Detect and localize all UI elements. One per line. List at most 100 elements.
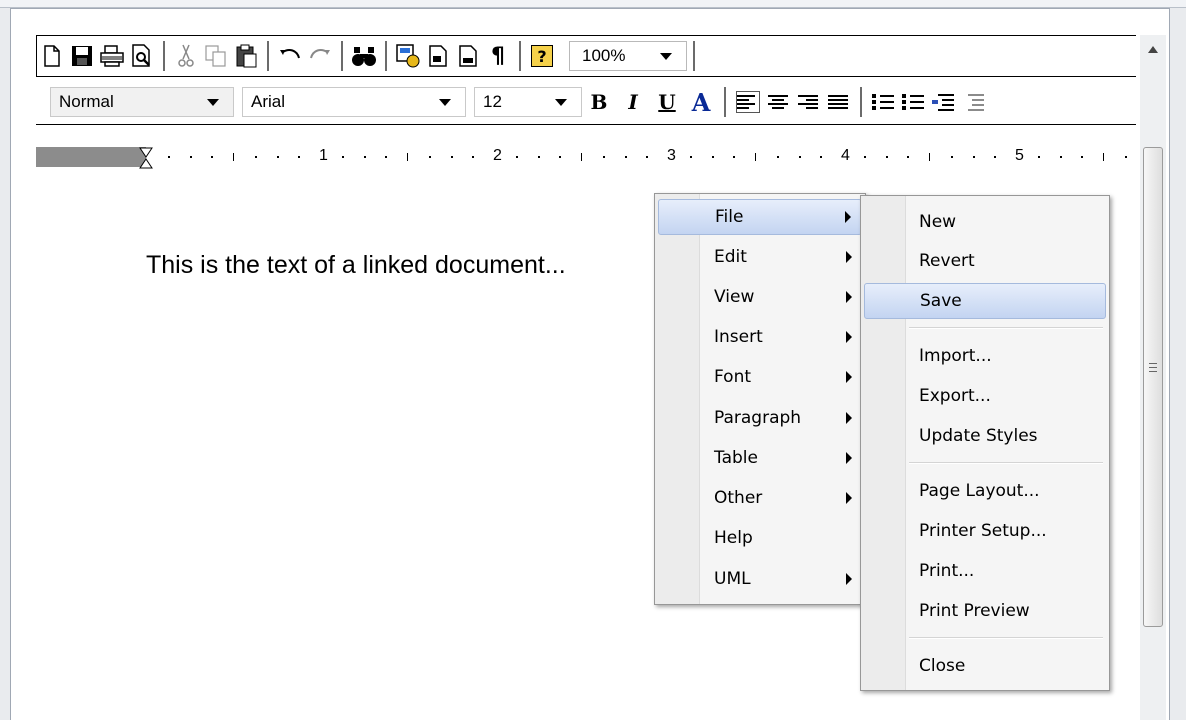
menu-item-other[interactable]: Other (658, 480, 862, 516)
file-menu-item-save[interactable]: Save (864, 283, 1106, 319)
ruler-tick (864, 156, 866, 158)
underline-button[interactable]: U (655, 90, 679, 114)
print-icon[interactable] (97, 41, 127, 71)
ruler-tick (1081, 156, 1083, 158)
decrease-indent-icon[interactable] (932, 92, 954, 112)
scroll-up-icon[interactable] (1140, 35, 1166, 63)
font-color-button[interactable]: A (689, 88, 713, 117)
ruler-number: 2 (493, 147, 502, 164)
menu-item-label: UML (714, 569, 751, 589)
chevron-right-icon (846, 331, 852, 343)
ruler-tick (516, 156, 518, 158)
ruler-tick (538, 156, 540, 158)
ruler-number: 3 (667, 147, 676, 164)
new-document-icon[interactable] (37, 41, 67, 71)
cut-icon[interactable] (171, 41, 201, 71)
file-menu-item-print[interactable]: Print... (864, 553, 1106, 589)
print-preview-icon[interactable] (127, 41, 157, 71)
menu-item-label: New (919, 212, 957, 232)
menu-item-label: Import... (919, 346, 992, 366)
chevron-right-icon (846, 492, 852, 504)
file-menu-item-update-styles[interactable]: Update Styles (864, 418, 1106, 454)
align-right-icon[interactable] (798, 92, 820, 112)
menu-item-table[interactable]: Table (658, 440, 862, 476)
align-center-icon[interactable] (768, 92, 790, 112)
spell-check-icon[interactable] (393, 41, 423, 71)
find-icon[interactable] (349, 41, 379, 71)
ruler-tick (559, 156, 561, 158)
italic-button[interactable]: I (621, 90, 645, 114)
ruler-tick (712, 156, 714, 158)
menu-item-file[interactable]: File (658, 199, 862, 235)
menu-item-label: File (715, 207, 744, 227)
menu-item-paragraph[interactable]: Paragraph (658, 400, 862, 436)
menu-separator (909, 462, 1103, 464)
menu-item-insert[interactable]: Insert (658, 319, 862, 355)
ruler-left-margin (36, 147, 146, 167)
zoom-select[interactable]: 100% (569, 41, 687, 71)
ruler-tick (1125, 156, 1127, 158)
ruler-tick (603, 156, 605, 158)
file-menu-item-export[interactable]: Export... (864, 378, 1106, 414)
menu-item-edit[interactable]: Edit (658, 239, 862, 275)
menu-item-help[interactable]: Help (658, 520, 862, 556)
help-icon[interactable]: ? (527, 41, 557, 71)
align-justify-icon[interactable] (828, 92, 850, 112)
numbered-list-icon[interactable] (872, 92, 894, 112)
page-footer-icon[interactable] (453, 41, 483, 71)
scroll-thumb[interactable] (1143, 147, 1163, 627)
file-menu-item-print-preview[interactable]: Print Preview (864, 593, 1106, 629)
file-menu-item-new[interactable]: New (864, 204, 1106, 240)
file-submenu: New Revert Save Import... Export... Update St… (860, 195, 1110, 691)
file-menu-item-revert[interactable]: Revert (864, 243, 1106, 279)
increase-indent-icon[interactable] (962, 92, 984, 112)
menu-item-label: Print... (919, 561, 975, 581)
file-menu-item-page-layout[interactable]: Page Layout... (864, 473, 1106, 509)
bullet-list-icon[interactable] (902, 92, 924, 112)
ruler-tick (451, 156, 453, 158)
menu-item-label: View (714, 287, 755, 307)
bold-button[interactable]: B (587, 90, 611, 114)
file-menu-item-close[interactable]: Close (864, 648, 1106, 684)
ruler-tick (233, 153, 234, 161)
align-left-icon[interactable] (736, 91, 760, 113)
toolbar-separator (163, 41, 165, 71)
toolbar-separator (693, 41, 695, 71)
copy-icon[interactable] (201, 41, 231, 71)
toolbar-separator (267, 41, 269, 71)
paragraph-style-select[interactable]: Normal (50, 87, 234, 117)
save-icon[interactable] (67, 41, 97, 71)
toolbar-separator (860, 87, 862, 117)
paste-icon[interactable] (231, 41, 261, 71)
font-size-select[interactable]: 12 (474, 87, 582, 117)
file-menu-item-import[interactable]: Import... (864, 338, 1106, 374)
font-value: Arial (251, 92, 286, 111)
font-family-select[interactable]: Arial (242, 87, 466, 117)
menu-separator (909, 327, 1103, 329)
menu-item-view[interactable]: View (658, 279, 862, 315)
ruler-tick (407, 153, 408, 161)
redo-icon[interactable] (305, 41, 335, 71)
undo-icon[interactable] (275, 41, 305, 71)
ruler-tick (907, 156, 909, 158)
file-menu-item-printer-setup[interactable]: Printer Setup... (864, 513, 1106, 549)
chevron-right-icon (846, 251, 852, 263)
ruler-tick (951, 156, 953, 158)
menu-item-font[interactable]: Font (658, 359, 862, 395)
menu-item-label: Export... (919, 386, 991, 406)
page-header-icon[interactable] (423, 41, 453, 71)
chevron-right-icon (846, 371, 852, 383)
ruler[interactable]: 1 2 3 4 5 (36, 147, 1136, 169)
ruler-tick (298, 156, 300, 158)
standard-toolbar: ¶ ? 100% (36, 35, 1136, 77)
chevron-right-icon (846, 291, 852, 303)
document-text[interactable]: This is the text of a linked document... (146, 251, 566, 280)
ruler-tick (994, 156, 996, 158)
chevron-right-icon (846, 412, 852, 424)
vertical-scrollbar[interactable] (1140, 35, 1166, 720)
paragraph-mark-icon[interactable]: ¶ (483, 41, 513, 71)
menu-item-uml[interactable]: UML (658, 561, 862, 597)
help-icon-glyph: ? (531, 45, 553, 67)
menu-item-label: Other (714, 488, 763, 508)
ruler-tick (755, 153, 756, 161)
